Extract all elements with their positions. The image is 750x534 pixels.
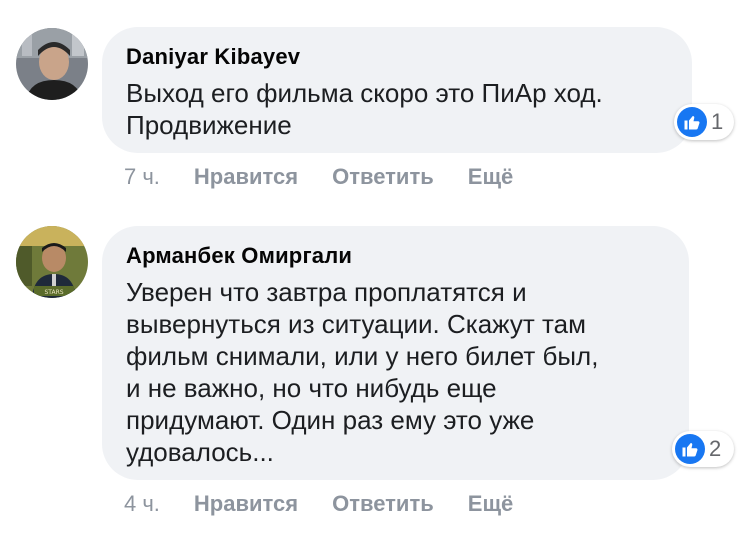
comment-text-line: и не важно, но что нибудь еще xyxy=(126,373,497,403)
comment-text-line: фильм снимали, или у него билет был, xyxy=(126,341,599,371)
comment-text-line: удовалось... xyxy=(126,437,274,467)
reaction-count: 1 xyxy=(711,109,724,134)
avatar-photo: STARS xyxy=(16,226,88,298)
comment-bubble: Арманбек Омиргали Уверен что завтра проп… xyxy=(102,226,689,480)
reaction-summary[interactable]: 2 xyxy=(672,431,734,467)
reaction-count: 2 xyxy=(709,436,722,461)
reply-button[interactable]: Ответить xyxy=(332,491,434,517)
avatar[interactable]: STARS xyxy=(16,226,88,298)
reaction-summary[interactable]: 1 xyxy=(674,104,734,140)
comment-text-line: придумают. Один раз ему это уже xyxy=(126,405,535,435)
comment-author[interactable]: Арманбек Омиргали xyxy=(126,242,665,270)
reply-button[interactable]: Ответить xyxy=(332,164,434,190)
timestamp[interactable]: 7 ч. xyxy=(124,164,160,190)
comment-actions: 4 ч. Нравится Ответить Ещё xyxy=(124,490,513,518)
like-button[interactable]: Нравится xyxy=(194,491,298,517)
comment-text-line: Уверен что завтра проплатятся и xyxy=(126,277,527,307)
comment-bubble: Daniyar Kibayev Выход его фильма скоро э… xyxy=(102,27,692,153)
comment-author[interactable]: Daniyar Kibayev xyxy=(126,43,668,71)
avatar-photo xyxy=(16,28,88,100)
timestamp[interactable]: 4 ч. xyxy=(124,491,160,517)
like-button[interactable]: Нравится xyxy=(194,164,298,190)
comment-text-line: Продвижение xyxy=(126,110,292,140)
thumbs-up-icon xyxy=(675,434,705,464)
more-button[interactable]: Ещё xyxy=(468,164,513,190)
more-button[interactable]: Ещё xyxy=(468,491,513,517)
avatar[interactable] xyxy=(16,28,88,100)
comment-text: Выход его фильма скоро это ПиАр ход. Про… xyxy=(126,77,668,141)
svg-text:STARS: STARS xyxy=(44,289,63,296)
thumbs-up-icon xyxy=(677,107,707,137)
comment-text-line: Выход его фильма скоро это ПиАр ход. xyxy=(126,78,603,108)
comment-text: Уверен что завтра проплатятся и вывернут… xyxy=(126,276,665,468)
comment-actions: 7 ч. Нравится Ответить Ещё xyxy=(124,163,513,191)
comment-text-line: вывернуться из ситуации. Скажут там xyxy=(126,309,586,339)
